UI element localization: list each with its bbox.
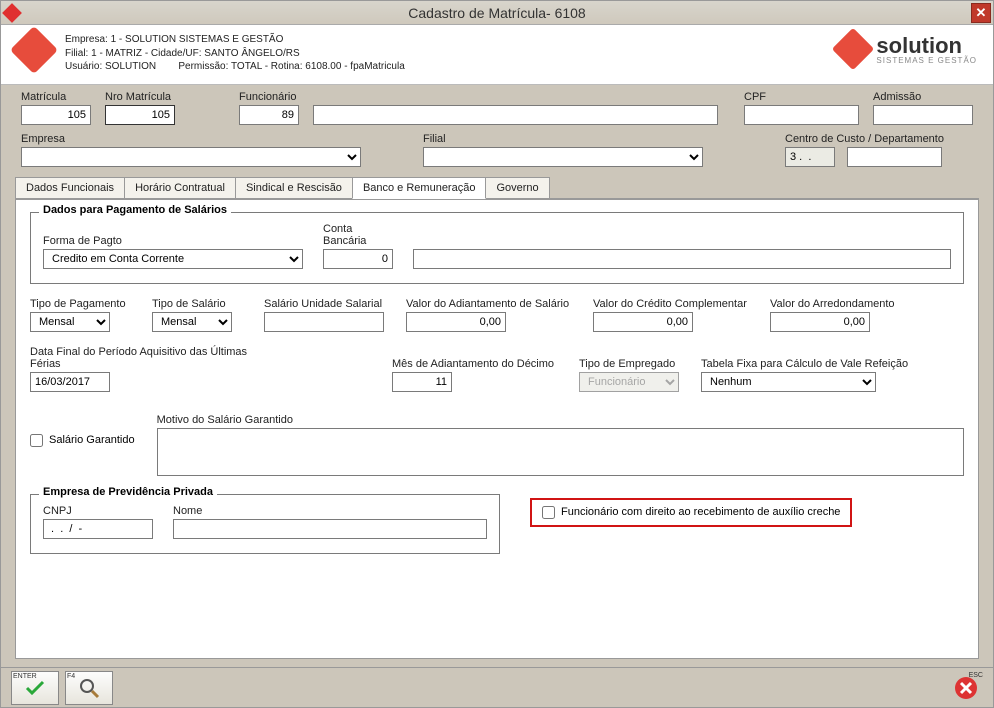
brand-sub: SISTEMAS E GESTÃO <box>876 56 977 65</box>
filial-label: Filial <box>423 133 703 145</box>
funcionario-code[interactable] <box>239 105 299 125</box>
esc-tag: ESC <box>969 672 983 679</box>
dataf-label: Data Final do Período Aquisitivo das Últ… <box>30 346 280 370</box>
mes-decimo-label: Mês de Adiantamento do Décimo <box>392 358 557 370</box>
funcionario-name[interactable] <box>313 105 718 125</box>
tab-content: Dados para Pagamento de Salários Forma d… <box>15 199 979 660</box>
close-button[interactable]: ✕ <box>971 3 991 23</box>
credito-label: Valor do Crédito Complementar <box>593 298 748 310</box>
header: Empresa: 1 - SOLUTION SISTEMAS E GESTÃO … <box>1 25 993 85</box>
filial-select[interactable] <box>423 147 703 167</box>
salario-garantido-checkbox[interactable] <box>30 434 43 447</box>
prev-nome-label: Nome <box>173 505 487 517</box>
cc-label: Centro de Custo / Departamento <box>785 133 835 145</box>
tipo-pagamento-label: Tipo de Pagamento <box>30 298 130 310</box>
motivo-salario-label: Motivo do Salário Garantido <box>157 414 964 426</box>
auxilio-creche-checkbox[interactable] <box>542 506 555 519</box>
adiantamento-label: Valor do Adiantamento de Salário <box>406 298 571 310</box>
tab-sindical-rescisao[interactable]: Sindical e Rescisão <box>235 177 353 198</box>
tipo-salario-select[interactable]: Mensal <box>152 312 232 332</box>
forma-pagto-select[interactable]: Credito em Conta Corrente <box>43 249 303 269</box>
matricula-input[interactable] <box>21 105 91 125</box>
matricula-label: Matrícula <box>21 91 91 103</box>
sal-unidade-label: Salário Unidade Salarial <box>264 298 384 310</box>
previdencia-title: Empresa de Previdência Privada <box>39 486 217 498</box>
salario-garantido-label: Salário Garantido <box>49 434 135 446</box>
empresa-label: Empresa <box>21 133 361 145</box>
tab-dados-funcionais[interactable]: Dados Funcionais <box>15 177 125 198</box>
check-icon <box>24 679 46 697</box>
prev-nome-input[interactable] <box>173 519 487 539</box>
enter-button[interactable]: ENTER <box>11 671 59 705</box>
conta-label: Conta Bancária <box>323 223 393 247</box>
arredondamento-input[interactable] <box>770 312 870 332</box>
app-icon <box>2 3 22 23</box>
admissao-input[interactable] <box>873 105 973 125</box>
tab-banco-remuneracao[interactable]: Banco e Remuneração <box>352 177 487 199</box>
window-title: Cadastro de Matrícula- 6108 <box>408 5 585 21</box>
auxilio-creche-label: Funcionário com direito ao recebimento d… <box>561 506 840 518</box>
tab-governo[interactable]: Governo <box>485 177 549 198</box>
cnpj-input[interactable] <box>43 519 153 539</box>
enter-tag: ENTER <box>13 673 37 680</box>
brand: solution SISTEMAS E GESTÃO <box>838 33 977 65</box>
header-usuario: Usuário: SOLUTION <box>65 61 156 72</box>
funcionario-label: Funcionário <box>239 91 299 103</box>
f4-button[interactable]: F4 <box>65 671 113 705</box>
admissao-label: Admissão <box>873 91 973 103</box>
empresa-select[interactable] <box>21 147 361 167</box>
tipo-pagamento-select[interactable]: Mensal <box>30 312 110 332</box>
forma-pagto-label: Forma de Pagto <box>43 235 303 247</box>
tabfixa-select[interactable]: Nenhum <box>701 372 876 392</box>
brand-text: solution <box>876 33 962 58</box>
tipo-salario-label: Tipo de Salário <box>152 298 242 310</box>
adiantamento-input[interactable] <box>406 312 506 332</box>
cc-code[interactable] <box>785 147 835 167</box>
esc-button[interactable]: ESC <box>949 671 983 705</box>
auxilio-creche-highlight: Funcionário com direito ao recebimento d… <box>530 498 852 527</box>
tipo-empregado-select: Funcionário <box>579 372 679 392</box>
titlebar: Cadastro de Matrícula- 6108 ✕ <box>1 1 993 25</box>
tab-horario-contratual[interactable]: Horário Contratual <box>124 177 236 198</box>
nro-matricula-label: Nro Matrícula <box>105 91 175 103</box>
f4-tag: F4 <box>67 673 75 680</box>
arredondamento-label: Valor do Arredondamento <box>770 298 905 310</box>
tipo-empregado-label: Tipo de Empregado <box>579 358 679 370</box>
dataf-input[interactable] <box>30 372 110 392</box>
header-permissao: Permissão: TOTAL - Rotina: 6108.00 - fpa… <box>178 61 404 72</box>
motivo-salario-input[interactable] <box>157 428 964 476</box>
search-icon <box>78 677 100 699</box>
credito-input[interactable] <box>593 312 693 332</box>
logo-icon <box>17 33 51 67</box>
cpf-input[interactable] <box>744 105 859 125</box>
conta-desc[interactable] <box>413 249 951 269</box>
header-filial: Filial: 1 - MATRIZ - Cidade/UF: SANTO ÂN… <box>65 47 824 61</box>
mes-decimo-input[interactable] <box>392 372 452 392</box>
cc-name[interactable] <box>847 147 942 167</box>
pagto-group-title: Dados para Pagamento de Salários <box>39 204 231 216</box>
tabfixa-label: Tabela Fixa para Cálculo de Vale Refeiçã… <box>701 358 911 370</box>
sal-unidade-input[interactable] <box>264 312 384 332</box>
conta-num[interactable] <box>323 249 393 269</box>
cpf-label: CPF <box>744 91 859 103</box>
brand-icon <box>838 34 868 64</box>
nro-matricula-input[interactable] <box>105 105 175 125</box>
header-empresa: Empresa: 1 - SOLUTION SISTEMAS E GESTÃO <box>65 33 824 47</box>
cnpj-label: CNPJ <box>43 505 153 517</box>
